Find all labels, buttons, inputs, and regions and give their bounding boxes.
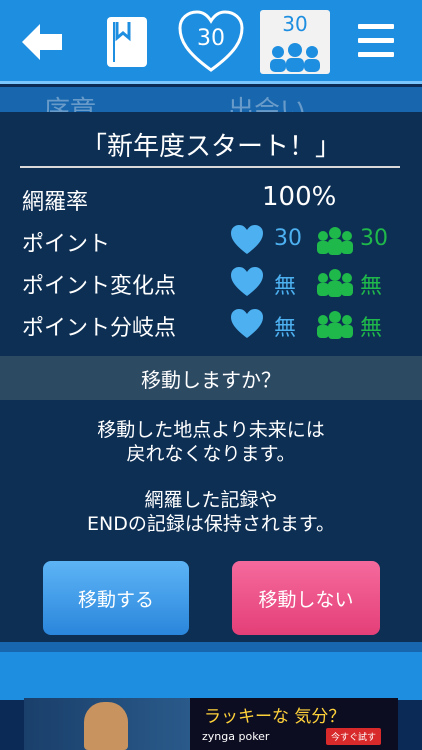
message-line-3: 網羅した記録や (144, 489, 278, 511)
ad-banner[interactable]: ラッキーな 気分？ zynga poker 今すぐ試す (24, 698, 398, 750)
points-heart-value: 30 (274, 226, 302, 251)
heart-icon (231, 309, 263, 338)
hamburger-menu-icon[interactable] (358, 24, 398, 60)
ad-brand: zynga poker (202, 730, 270, 743)
do-not-move-button[interactable]: 移動しない (232, 561, 380, 635)
question-text: 移動しますか？ (141, 368, 281, 392)
heart-icon (231, 225, 263, 254)
bookmark-book-icon[interactable] (103, 14, 151, 70)
change-heart-value: 無 (274, 274, 297, 299)
change-people-value: 無 (360, 274, 383, 299)
ad-cta-button[interactable]: 今すぐ試す (326, 728, 382, 745)
move-confirm-dialog: 「新年度スタート！」 網羅率 100% ポイント 30 30 ポイント変化点 無… (0, 112, 422, 642)
ad-person-image (84, 702, 128, 750)
people-icon (317, 227, 353, 255)
title-divider (20, 166, 400, 168)
coverage-value: 100% (262, 182, 337, 212)
points-label: ポイント (22, 232, 111, 257)
message-line-2: 戻れなくなります。 (126, 443, 296, 465)
background-footer-bar (0, 652, 422, 700)
branch-points-label: ポイント分岐点 (22, 316, 177, 341)
top-bar: 30 30 (0, 0, 422, 84)
coverage-label: 網羅率 (22, 190, 89, 215)
branch-people-value: 無 (360, 316, 383, 341)
branch-heart-value: 無 (274, 316, 297, 341)
heart-icon (231, 267, 263, 296)
people-icon (317, 311, 353, 339)
people-icon (317, 269, 353, 297)
change-points-label: ポイント変化点 (22, 274, 177, 299)
message-line-4: ENDの記録は保持されます。 (87, 513, 335, 535)
ad-headline: ラッキーな 気分？ (204, 707, 346, 727)
points-people-value: 30 (360, 226, 388, 251)
back-arrow-icon[interactable] (18, 20, 66, 64)
move-button[interactable]: 移動する (43, 561, 189, 635)
message-line-1: 移動した地点より未来には (97, 419, 325, 441)
dialog-title: 「新年度スタート！」 (80, 132, 341, 162)
people-count: 30 (282, 12, 308, 36)
heart-count: 30 (197, 26, 225, 51)
